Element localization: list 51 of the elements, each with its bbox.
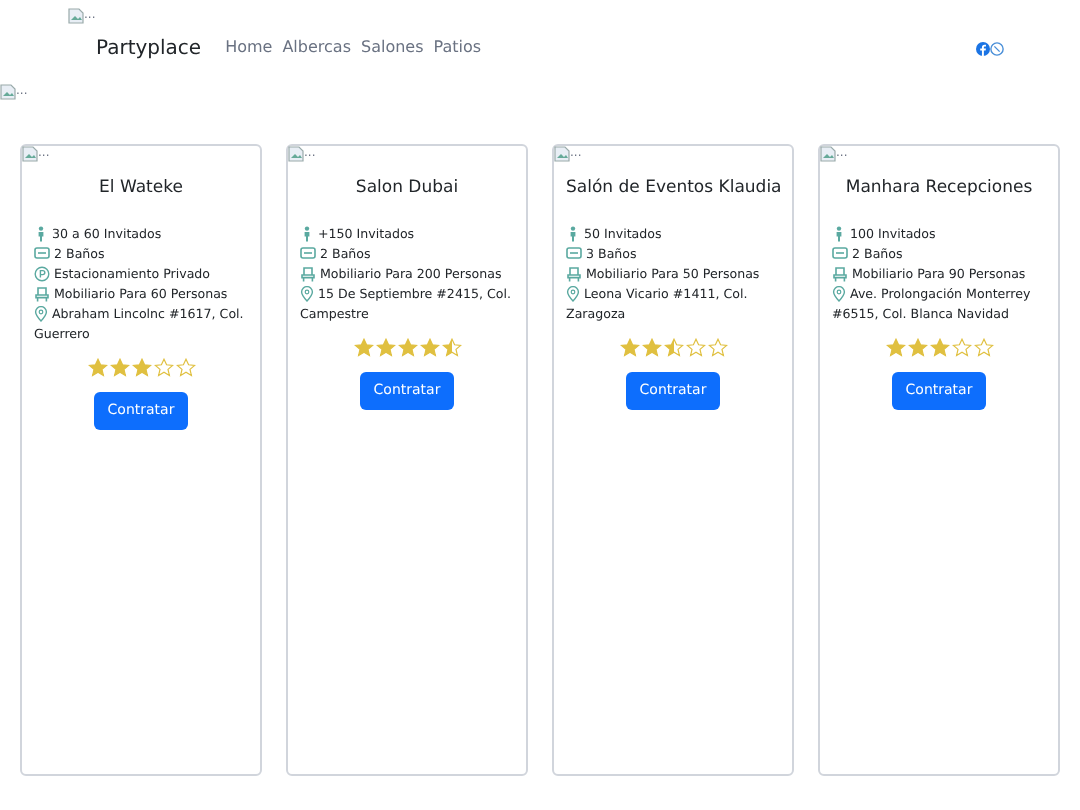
- broken-image-icon: [68, 8, 84, 24]
- star-icon: [109, 358, 129, 378]
- star-icon: [397, 338, 417, 358]
- chair-icon: [832, 265, 848, 282]
- parking-icon: [34, 265, 50, 282]
- star-icon: [419, 338, 439, 358]
- card-icon: [300, 246, 316, 261]
- broken-image-icon: [0, 84, 16, 100]
- person-icon: [832, 225, 846, 242]
- chair-icon: [300, 265, 316, 282]
- star-icon: [641, 338, 661, 358]
- location-pin-icon: [832, 285, 846, 302]
- star-icon: [87, 358, 107, 378]
- location-pin-icon: [300, 285, 314, 302]
- card-title: Salon Dubai: [353, 176, 461, 200]
- broken-image-icon: [22, 146, 38, 162]
- empty-star-icon: [973, 338, 993, 358]
- nav-link[interactable]: Albercas: [282, 36, 351, 60]
- star-icon: [885, 338, 905, 358]
- location-pin-icon: [566, 285, 580, 302]
- person-icon: [300, 225, 314, 242]
- chair-icon: [34, 285, 50, 302]
- empty-star-icon: [175, 358, 195, 378]
- facebook-icon[interactable]: [976, 41, 990, 55]
- nav-link[interactable]: Patios: [433, 36, 482, 60]
- empty-star-icon: [685, 338, 705, 358]
- brand-link[interactable]: Partyplace: [96, 33, 202, 63]
- card-icon: [34, 246, 50, 261]
- star-icon: [619, 338, 639, 358]
- location-pin-icon: [34, 305, 48, 322]
- card-title: El Wateke: [97, 176, 185, 200]
- card-title: Manhara Recepciones: [843, 176, 1035, 200]
- nav-link[interactable]: Salones: [360, 36, 424, 60]
- star-icon: [131, 358, 151, 378]
- card-icon: [566, 246, 582, 261]
- star-icon: [375, 338, 395, 358]
- star-icon: [929, 338, 949, 358]
- broken-image-icon: [820, 146, 836, 162]
- empty-star-icon: [707, 338, 727, 358]
- half-star-icon: [663, 338, 683, 358]
- person-icon: [34, 225, 48, 242]
- broken-image-icon: [288, 146, 304, 162]
- card-icon: [832, 246, 848, 261]
- person-icon: [566, 225, 580, 242]
- chair-icon: [566, 265, 582, 282]
- star-icon: [353, 338, 373, 358]
- broken-image-icon: [554, 146, 570, 162]
- half-star-icon: [441, 338, 461, 358]
- star-icon: [907, 338, 927, 358]
- nav-link[interactable]: Home: [225, 36, 273, 60]
- card-title: Salón de Eventos Klaudia: [566, 176, 780, 200]
